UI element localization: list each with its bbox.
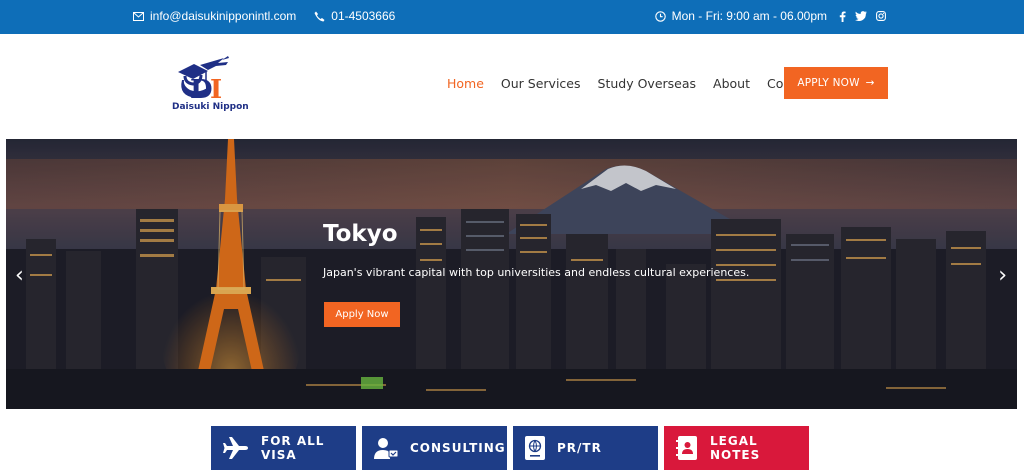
instagram-icon[interactable]: [876, 11, 886, 21]
contact-info: info@daisukinipponintl.com 01-4503666: [133, 9, 395, 23]
email-link[interactable]: info@daisukinipponintl.com: [150, 9, 296, 23]
card-pr-tr[interactable]: PR/TR: [513, 426, 658, 470]
office-hours: Mon - Fri: 9:00 am - 06.00pm: [671, 9, 827, 23]
logo-text: Daisuki Nippon: [172, 102, 249, 112]
clock-icon: [654, 10, 666, 22]
hero-slider: Tokyo Japan's vibrant capital with top u…: [6, 139, 1017, 409]
social-links: [839, 11, 886, 22]
hours-and-social: Mon - Fri: 9:00 am - 06.00pm: [654, 9, 886, 23]
card-legal-notes[interactable]: LEGAL NOTES: [664, 426, 809, 470]
slide-title: Tokyo: [323, 221, 398, 247]
card-label: PR/TR: [557, 441, 602, 455]
site-header: D I Daisuki Nippon Home Our Services Stu…: [0, 34, 1024, 134]
passport-icon: [525, 436, 545, 460]
arrow-right-icon: →: [865, 77, 875, 89]
slide-description: Japan's vibrant capital with top univers…: [323, 266, 750, 279]
phone-link[interactable]: 01-4503666: [331, 9, 395, 23]
card-label: LEGAL NOTES: [710, 434, 761, 462]
facebook-icon[interactable]: [839, 11, 846, 22]
nav-our-services[interactable]: Our Services: [501, 76, 581, 91]
nav-home[interactable]: Home: [447, 76, 484, 91]
envelope-icon: [133, 11, 144, 21]
card-for-all-visa[interactable]: FOR ALL VISA: [211, 426, 356, 470]
airplane-icon: [223, 437, 248, 459]
slider-prev-arrow[interactable]: ‹: [15, 263, 24, 288]
twitter-icon[interactable]: [855, 11, 867, 21]
card-label: CONSULTING: [410, 441, 506, 455]
svg-text:I: I: [210, 75, 222, 105]
top-bar: info@daisukinipponintl.com 01-4503666 Mo…: [0, 0, 1024, 34]
nav-about[interactable]: About: [713, 76, 750, 91]
apply-now-button[interactable]: APPLY NOW →: [784, 67, 888, 99]
nav-study-overseas[interactable]: Study Overseas: [598, 76, 697, 91]
contact-book-icon: [676, 436, 697, 460]
slider-next-arrow[interactable]: ›: [998, 263, 1007, 288]
slide-apply-now-button[interactable]: Apply Now: [324, 302, 400, 327]
service-cards: FOR ALL VISA CONSULTING PR/TR LEGAL NOTE…: [211, 426, 809, 470]
card-label: FOR ALL VISA: [261, 434, 325, 462]
phone-icon: [314, 11, 325, 21]
card-consulting[interactable]: CONSULTING: [362, 426, 507, 470]
apply-now-label: APPLY NOW: [797, 77, 860, 89]
consulting-icon: [374, 438, 398, 459]
